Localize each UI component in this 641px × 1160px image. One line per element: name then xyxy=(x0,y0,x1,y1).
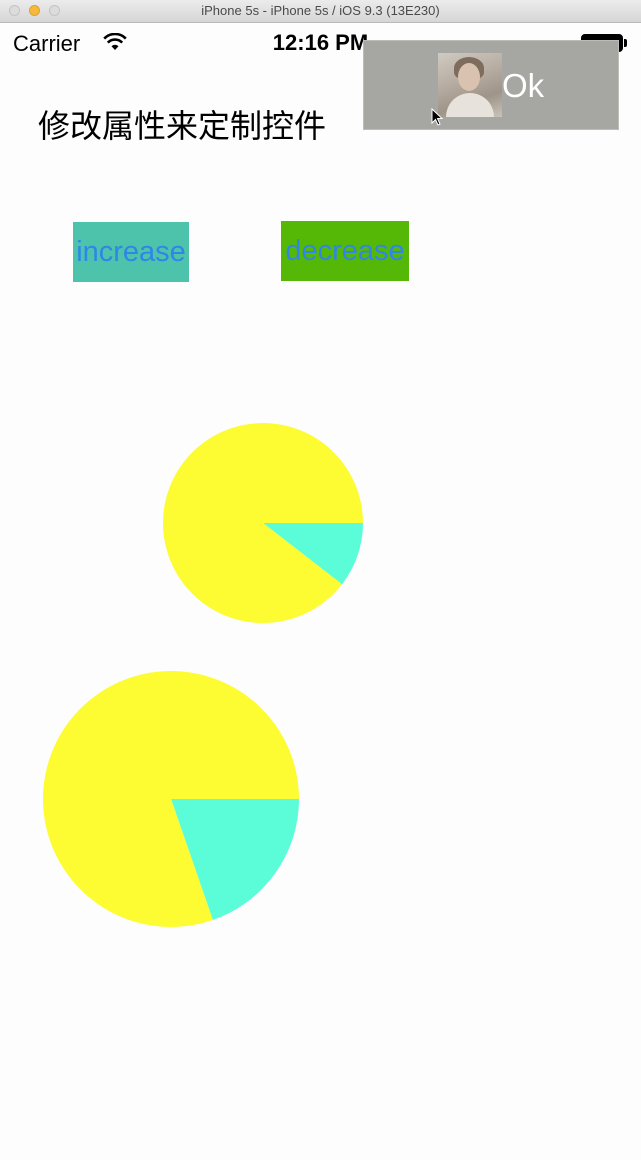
ok-label: Ok xyxy=(502,67,545,104)
ok-banner[interactable]: Ok xyxy=(363,40,619,130)
window-title: iPhone 5s - iPhone 5s / iOS 9.3 (13E230) xyxy=(201,3,440,18)
decrease-button[interactable]: decrease xyxy=(281,221,409,281)
increase-button[interactable]: increase xyxy=(73,222,189,282)
device-screen: Carrier 12:16 PM Ok 修改属性来定制控件 increase d… xyxy=(1,23,640,1158)
mouse-pointer-icon xyxy=(431,107,444,131)
pie-chart-large xyxy=(43,671,300,927)
battery-tip-icon xyxy=(624,39,627,47)
pie-slice-remainder xyxy=(163,423,363,623)
avatar xyxy=(438,53,502,117)
pie-chart-small xyxy=(163,423,363,623)
page-title: 修改属性来定制控件 xyxy=(38,107,327,145)
simulator-titlebar: iPhone 5s - iPhone 5s / iOS 9.3 (13E230) xyxy=(0,0,641,23)
